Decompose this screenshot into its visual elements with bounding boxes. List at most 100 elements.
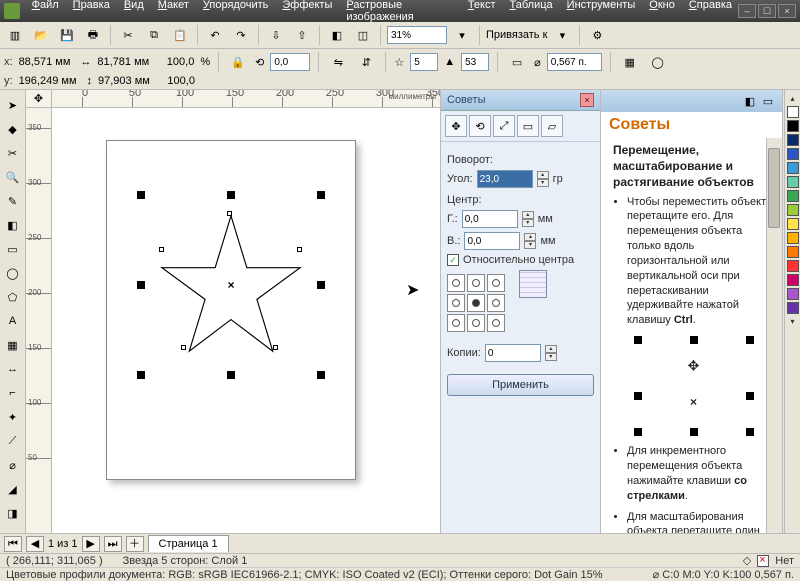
outline-style-icon[interactable]: ▭ [506,51,528,73]
menu-item[interactable]: Упорядочить [197,0,274,25]
color-swatch[interactable] [787,120,799,132]
import-icon[interactable]: ⇩ [265,24,287,46]
smart-fill-icon[interactable]: ◧ [2,214,24,236]
undo-icon[interactable]: ↶ [204,24,226,46]
close-button[interactable]: × [778,4,796,18]
selection-handle[interactable] [317,281,325,289]
color-swatch[interactable] [787,204,799,216]
fill-swatch-icon[interactable]: ◇ [743,554,751,567]
selection-handle[interactable] [137,371,145,379]
snap-dropdown-icon[interactable]: ▾ [551,24,573,46]
lock-ratio-icon[interactable]: 🔒 [227,51,249,73]
scale-x[interactable]: 100,0 [167,56,195,68]
height-value[interactable]: 97,903 мм [98,75,150,87]
options-icon[interactable]: ⚙ [586,24,608,46]
menu-item[interactable]: Таблица [504,0,559,25]
menu-item[interactable]: Макет [152,0,195,25]
mode-skew-icon[interactable]: ▱ [541,115,563,137]
fill-tool-icon[interactable]: ◢ [2,478,24,500]
star-sharpness-input[interactable] [461,53,489,71]
y-value[interactable]: 196,249 мм [19,75,77,87]
wrap-text-icon[interactable]: ▦ [619,51,641,73]
outline-width-input[interactable] [547,53,602,71]
mode-position-icon[interactable]: ✥ [445,115,467,137]
hints-settings-icon[interactable]: ◧ [742,93,758,109]
width-value[interactable]: 81,781 мм [97,56,149,68]
docker-close-icon[interactable]: × [580,93,594,107]
interactive-fill-icon[interactable]: ◨ [2,502,24,524]
ruler-origin[interactable]: ✥ [26,90,52,108]
color-swatch[interactable] [787,302,799,314]
outline-swatch-icon[interactable]: ⌀ [653,569,660,581]
mode-scale-icon[interactable]: ⤢ [493,115,515,137]
mode-rotate-icon[interactable]: ⟲ [469,115,491,137]
star-shape[interactable] [159,213,303,357]
center-y-input[interactable] [464,232,520,250]
selection-handle[interactable] [317,191,325,199]
export-icon[interactable]: ⇧ [291,24,313,46]
print-icon[interactable]: 🖶 [82,24,104,46]
maximize-button[interactable]: ☐ [758,4,776,18]
zoom-combo[interactable] [387,26,447,44]
color-swatch[interactable] [787,260,799,272]
scale-y[interactable]: 100,0 [167,75,195,87]
effects-tool-icon[interactable]: ✦ [2,406,24,428]
color-swatch[interactable] [787,148,799,160]
selection-handle[interactable] [137,281,145,289]
selection-handle[interactable] [227,371,235,379]
new-icon[interactable]: ▥ [4,24,26,46]
shape-node[interactable] [181,345,186,350]
color-swatch[interactable] [787,274,799,286]
dimension-tool-icon[interactable]: ↔ [2,358,24,380]
selection-bounding-box[interactable]: × [141,195,321,375]
minimize-button[interactable]: – [738,4,756,18]
page-last-icon[interactable]: ⏭ [104,536,122,552]
page-tab[interactable]: Страница 1 [148,535,229,552]
page-prev-icon[interactable]: ◀ [26,536,44,552]
freehand-tool-icon[interactable]: ✎ [2,190,24,212]
table-tool-icon[interactable]: ▦ [2,334,24,356]
rotation-input[interactable] [270,53,310,71]
redo-icon[interactable]: ↷ [230,24,252,46]
x-value[interactable]: 88,571 мм [19,56,71,68]
color-swatch[interactable] [787,106,799,118]
menu-item[interactable]: Эффекты [276,0,338,25]
ellipse-tool-icon[interactable]: ◯ [2,262,24,284]
pick-tool-icon[interactable]: ➤ [2,94,24,116]
menu-item[interactable]: Текст [462,0,502,25]
color-swatch[interactable] [787,176,799,188]
outline-tool-icon[interactable]: ⌀ [2,454,24,476]
menu-item[interactable]: Окно [643,0,681,25]
shape-node[interactable] [297,247,302,252]
save-icon[interactable]: 💾 [56,24,78,46]
canvas[interactable]: ✥ миллиметры 050100150200250300350 35030… [26,90,440,533]
menu-item[interactable]: Справка [683,0,738,25]
page-next-icon[interactable]: ▶ [82,536,100,552]
relative-checkbox[interactable]: ✓ [447,254,459,266]
selection-handle[interactable] [137,191,145,199]
mode-size-icon[interactable]: ▭ [517,115,539,137]
color-swatch[interactable] [787,288,799,300]
connector-tool-icon[interactable]: ⌐ [2,382,24,404]
crop-tool-icon[interactable]: ✂ [2,142,24,164]
menu-item[interactable]: Правка [67,0,116,25]
rectangle-tool-icon[interactable]: ▭ [2,238,24,260]
color-swatch[interactable] [787,218,799,230]
menu-item[interactable]: Вид [118,0,150,25]
open-icon[interactable]: 📂 [30,24,52,46]
cut-icon[interactable]: ✂ [117,24,139,46]
docker-header[interactable]: Советы × [441,90,600,111]
mirror-v-icon[interactable]: ⇵ [355,51,377,73]
shape-node[interactable] [159,247,164,252]
shape-tool-icon[interactable]: ◆ [2,118,24,140]
text-tool-icon[interactable]: A [2,310,24,332]
convert-curves-icon[interactable]: ◯ [647,51,669,73]
apply-button[interactable]: Применить [447,374,594,396]
copies-input[interactable] [485,344,541,362]
star-points-input[interactable] [410,53,438,71]
mirror-h-icon[interactable]: ⇋ [327,51,349,73]
anchor-grid[interactable] [447,274,505,332]
paste-icon[interactable]: 📋 [169,24,191,46]
center-x-input[interactable] [462,210,518,228]
copy-icon[interactable]: ⧉ [143,24,165,46]
